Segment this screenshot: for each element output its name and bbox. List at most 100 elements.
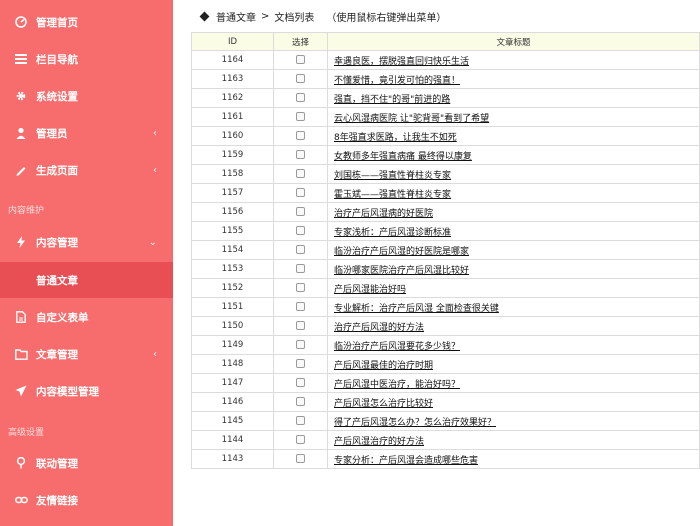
row-title-cell: 幸遇良医，摆脱强直回归快乐生活 [327,50,700,70]
table-row[interactable]: 1159 女教师多年强直病痛 最终得以康复 [191,145,700,165]
row-checkbox[interactable] [296,264,305,273]
row-checkbox[interactable] [296,378,305,387]
article-title-link[interactable]: 产后风湿怎么治疗比较好 [334,399,433,409]
article-title-link[interactable]: 产后风湿中医治疗，能治好吗？ [334,380,460,390]
table-row[interactable]: 1160 8年强直求医路，让我生不如死 [191,126,700,146]
row-checkbox[interactable] [296,207,305,216]
table-row[interactable]: 1154 临汾治疗产后风湿的好医院是哪家 [191,240,700,260]
sidebar-item-label: 自定义表单 [36,311,89,324]
section-label-content: 内容维护 [8,206,45,216]
table-row[interactable]: 1144 产后风湿治疗的好方法 [191,430,700,450]
row-id: 1150 [191,316,274,336]
article-title-link[interactable]: 霍玉斌——强直性脊柱炎专家 [334,190,451,200]
row-title-cell: 不懂爱惜，竟引发可怕的强直！ [327,69,700,89]
article-title-link[interactable]: 不懂爱惜，竟引发可怕的强直！ [334,76,460,86]
row-checkbox[interactable] [296,340,305,349]
row-id: 1151 [191,297,274,317]
sidebar-item-settings[interactable]: 系统设置 [0,78,173,114]
article-title-link[interactable]: 强直，挡不住"的哥"前进的路 [334,95,450,105]
article-title-link[interactable]: 女教师多年强直病痛 最终得以康复 [334,152,472,162]
article-title-link[interactable]: 治疗产后风湿病的好医院 [334,209,433,219]
table-row[interactable]: 1147 产后风湿中医治疗，能治好吗？ [191,373,700,393]
article-title-link[interactable]: 云心风湿病医院 让"驼背哥"看到了希望 [334,114,489,124]
row-id: 1153 [191,259,274,279]
article-title-link[interactable]: 专家分析：产后风湿会造成哪些危害 [334,456,478,466]
row-checkbox[interactable] [296,93,305,102]
article-title-link[interactable]: 产后风湿最佳的治疗时期 [334,361,433,371]
row-checkbox[interactable] [296,454,305,463]
article-title-link[interactable]: 刘国栋——强直性脊柱炎专家 [334,171,451,181]
table-row[interactable]: 1156 治疗产后风湿病的好医院 [191,202,700,222]
article-title-link[interactable]: 临汾哪家医院治疗产后风湿比较好 [334,266,469,276]
row-checkbox[interactable] [296,131,305,140]
row-checkbox[interactable] [296,226,305,235]
sidebar-item-nav[interactable]: 栏目导航 [0,41,173,77]
row-checkbox[interactable] [296,112,305,121]
article-table: ID 选择 文章标题 1164 幸遇良医，摆脱强直回归快乐生活 1163 不懂爱惜，竟… [191,32,700,469]
row-checkbox[interactable] [296,150,305,159]
row-select-cell [273,88,328,108]
article-title-link[interactable]: 专家浅析：产后风湿诊断标准 [334,228,451,238]
row-checkbox[interactable] [296,245,305,254]
table-row[interactable]: 1149 临汾治疗产后风湿要花多少钱？ [191,335,700,355]
table-row[interactable]: 1161 云心风湿病医院 让"驼背哥"看到了希望 [191,107,700,127]
row-id: 1152 [191,278,274,298]
table-row[interactable]: 1145 得了产后风湿怎么办？怎么治疗效果好？ [191,411,700,431]
article-title-link[interactable]: 产后风湿能治好吗 [334,285,406,295]
row-id: 1143 [191,449,274,469]
row-checkbox[interactable] [296,321,305,330]
table-row[interactable]: 1162 强直，挡不住"的哥"前进的路 [191,88,700,108]
sidebar-item-forms[interactable]: 自定义表单 [0,299,173,335]
row-checkbox[interactable] [296,397,305,406]
row-checkbox[interactable] [296,74,305,83]
sidebar-item-linkage[interactable]: 联动管理 [0,445,173,481]
table-row[interactable]: 1146 产后风湿怎么治疗比较好 [191,392,700,412]
sidebar-item-content[interactable]: 内容管理 ⌄ [0,224,173,260]
sidebar-item-article-mgmt[interactable]: 文章管理 ‹ [0,336,173,372]
article-title-link[interactable]: 8年强直求医路，让我生不如死 [334,133,457,143]
table-row[interactable]: 1153 临汾哪家医院治疗产后风湿比较好 [191,259,700,279]
table-row[interactable]: 1151 专业解析：治疗产后风湿 全面检查很关键 [191,297,700,317]
sidebar-item-model[interactable]: 内容模型管理 [0,373,173,409]
row-id: 1145 [191,411,274,431]
sidebar-item-admin[interactable]: 管理员 ‹ [0,115,173,151]
sidebar-item-dashboard[interactable]: 管理首页 [0,4,173,40]
row-checkbox[interactable] [296,169,305,178]
row-checkbox[interactable] [296,55,305,64]
table-row[interactable]: 1152 产后风湿能治好吗 [191,278,700,298]
row-select-cell [273,278,328,298]
row-title-cell: 专家分析：产后风湿会造成哪些危害 [327,449,700,469]
article-title-link[interactable]: 产后风湿治疗的好方法 [334,437,424,447]
table-row[interactable]: 1163 不懂爱惜，竟引发可怕的强直！ [191,69,700,89]
table-row[interactable]: 1164 幸遇良医，摆脱强直回归快乐生活 [191,50,700,70]
row-checkbox[interactable] [296,283,305,292]
table-row[interactable]: 1158 刘国栋——强直性脊柱炎专家 [191,164,700,184]
sidebar-item-label: 生成页面 [36,164,78,177]
sidebar-item-articles[interactable]: 普通文章 [0,262,173,298]
article-title-link[interactable]: 专业解析：治疗产后风湿 全面检查很关键 [334,304,499,314]
row-id: 1144 [191,430,274,450]
row-checkbox[interactable] [296,359,305,368]
row-title-cell: 云心风湿病医院 让"驼背哥"看到了希望 [327,107,700,127]
table-row[interactable]: 1143 专家分析：产后风湿会造成哪些危害 [191,449,700,469]
row-checkbox[interactable] [296,302,305,311]
row-title-cell: 强直，挡不住"的哥"前进的路 [327,88,700,108]
breadcrumb-root[interactable]: 普通文章 [216,9,256,24]
row-checkbox[interactable] [296,188,305,197]
table-row[interactable]: 1155 专家浅析：产后风湿诊断标准 [191,221,700,241]
folder-icon [14,347,28,361]
row-checkbox[interactable] [296,416,305,425]
article-title-link[interactable]: 治疗产后风湿的好方法 [334,323,424,333]
row-select-cell [273,449,328,469]
article-title-link[interactable]: 临汾治疗产后风湿要花多少钱？ [334,342,460,352]
sidebar-item-generate[interactable]: 生成页面 ‹ [0,152,173,188]
article-title-link[interactable]: 幸遇良医，摆脱强直回归快乐生活 [334,57,469,67]
table-row[interactable]: 1150 治疗产后风湿的好方法 [191,316,700,336]
sidebar-item-links[interactable]: 友情链接 [0,482,173,518]
article-title-link[interactable]: 临汾治疗产后风湿的好医院是哪家 [334,247,469,257]
article-title-link[interactable]: 得了产后风湿怎么办？怎么治疗效果好？ [334,418,496,428]
table-row[interactable]: 1148 产后风湿最佳的治疗时期 [191,354,700,374]
row-checkbox[interactable] [296,435,305,444]
table-row[interactable]: 1157 霍玉斌——强直性脊柱炎专家 [191,183,700,203]
row-title-cell: 产后风湿治疗的好方法 [327,430,700,450]
